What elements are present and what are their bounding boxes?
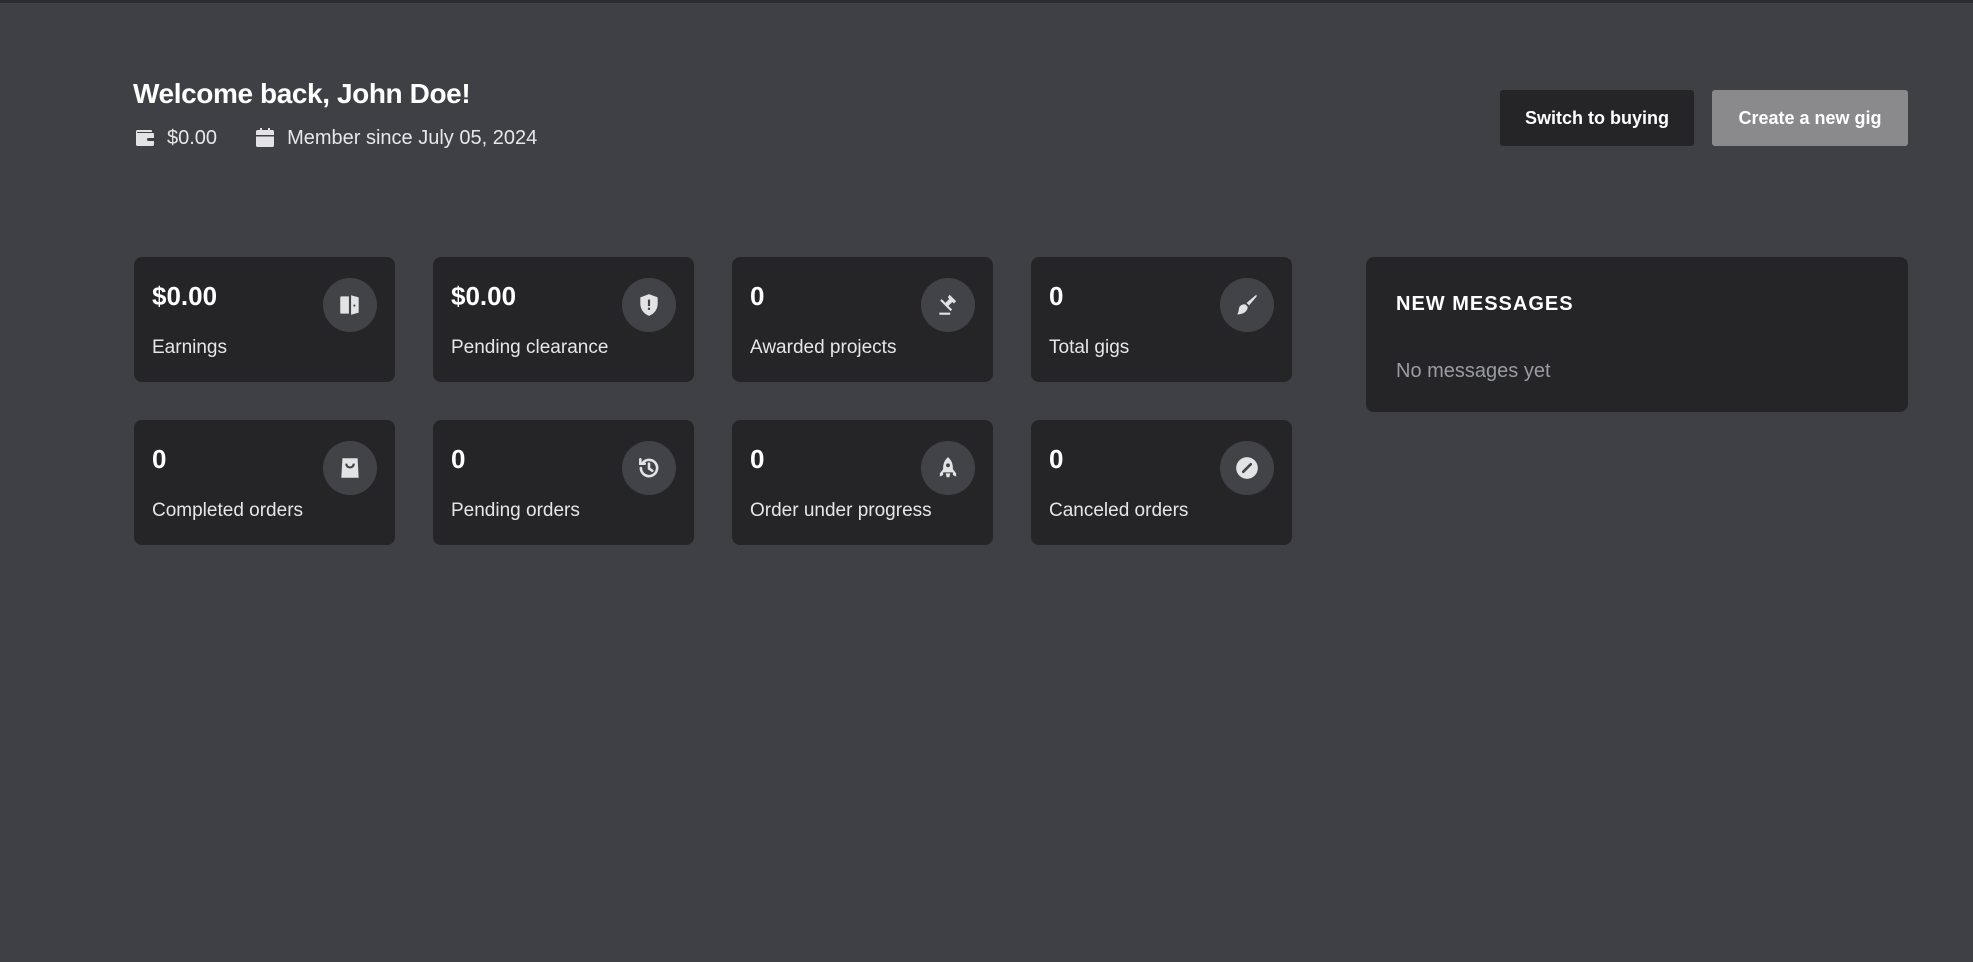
stat-card-pending-clearance: $0.00 Pending clearance (433, 257, 694, 382)
stat-label: Order under progress (750, 500, 932, 521)
stat-card-earnings: $0.00 Earnings (134, 257, 395, 382)
gavel-icon (921, 278, 975, 332)
stat-value: $0.00 (152, 281, 218, 311)
messages-empty-state: No messages yet (1396, 360, 1551, 382)
history-icon (622, 441, 676, 495)
account-meta: $0.00 Member since July 05, 2024 (133, 126, 537, 150)
dashboard-header: Welcome back, John Doe! $0.00 Member sin… (133, 78, 537, 150)
stat-label: Canceled orders (1049, 500, 1189, 521)
paintbrush-icon (1220, 278, 1274, 332)
balance-info: $0.00 (133, 126, 217, 150)
stat-value: 0 (152, 444, 167, 474)
rocket-icon (921, 441, 975, 495)
member-since-text: Member since July 05, 2024 (287, 126, 538, 149)
stat-card-pending-orders: 0 Pending orders (433, 420, 694, 545)
stat-value: 0 (451, 444, 466, 474)
stat-label: Earnings (152, 337, 227, 358)
stat-label: Awarded projects (750, 337, 897, 358)
messages-title: NEW MESSAGES (1396, 293, 1574, 315)
stat-value: 0 (1049, 444, 1064, 474)
top-border (0, 0, 1973, 3)
stats-grid: $0.00 Earnings $0.00 Pending clearance 0… (134, 257, 1292, 545)
switch-to-buying-button[interactable]: Switch to buying (1500, 90, 1694, 146)
member-since-info: Member since July 05, 2024 (253, 126, 537, 150)
header-actions: Switch to buying Create a new gig (1500, 90, 1908, 146)
stat-value: $0.00 (451, 281, 517, 311)
shopping-bag-icon (323, 441, 377, 495)
stat-value: 0 (1049, 281, 1064, 311)
shield-alert-icon (622, 278, 676, 332)
stat-card-canceled-orders: 0 Canceled orders (1031, 420, 1292, 545)
stat-card-completed-orders: 0 Completed orders (134, 420, 395, 545)
calendar-icon (253, 126, 277, 150)
stat-label: Pending clearance (451, 337, 609, 358)
create-gig-button[interactable]: Create a new gig (1712, 90, 1908, 146)
new-messages-panel: NEW MESSAGES No messages yet (1366, 257, 1908, 412)
balance-value: $0.00 (167, 126, 218, 149)
page-title: Welcome back, John Doe! (133, 78, 471, 109)
stat-card-total-gigs: 0 Total gigs (1031, 257, 1292, 382)
stat-label: Completed orders (152, 500, 304, 521)
stat-value: 0 (750, 281, 765, 311)
cancel-icon (1220, 441, 1274, 495)
stat-value: 0 (750, 444, 765, 474)
stat-label: Pending orders (451, 500, 580, 521)
vault-icon (323, 278, 377, 332)
wallet-icon (133, 126, 157, 150)
stat-card-awarded-projects: 0 Awarded projects (732, 257, 993, 382)
stat-card-order-in-progress: 0 Order under progress (732, 420, 993, 545)
stat-label: Total gigs (1049, 337, 1130, 358)
